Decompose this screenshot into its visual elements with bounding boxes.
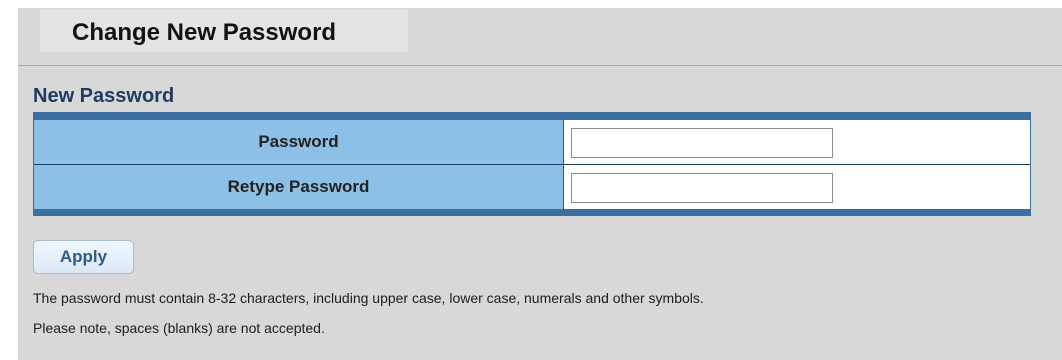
apply-button[interactable]: Apply (33, 240, 134, 274)
password-input-cell (564, 120, 1030, 164)
password-input[interactable] (571, 128, 833, 158)
section-title: New Password (33, 85, 175, 107)
title-divider (18, 65, 1062, 66)
retype-password-row: Retype Password (34, 165, 1030, 209)
password-form-table: Password Retype Password (33, 112, 1031, 216)
spaces-not-accepted-note: Please note, spaces (blanks) are not acc… (33, 320, 325, 336)
page-title: Change New Password (72, 19, 337, 46)
retype-password-input-cell (564, 165, 1030, 209)
password-requirements-note: The password must contain 8-32 character… (33, 290, 704, 306)
retype-password-label: Retype Password (34, 165, 564, 209)
retype-password-input[interactable] (571, 173, 833, 203)
password-row: Password (34, 120, 1030, 165)
password-label: Password (34, 120, 564, 164)
